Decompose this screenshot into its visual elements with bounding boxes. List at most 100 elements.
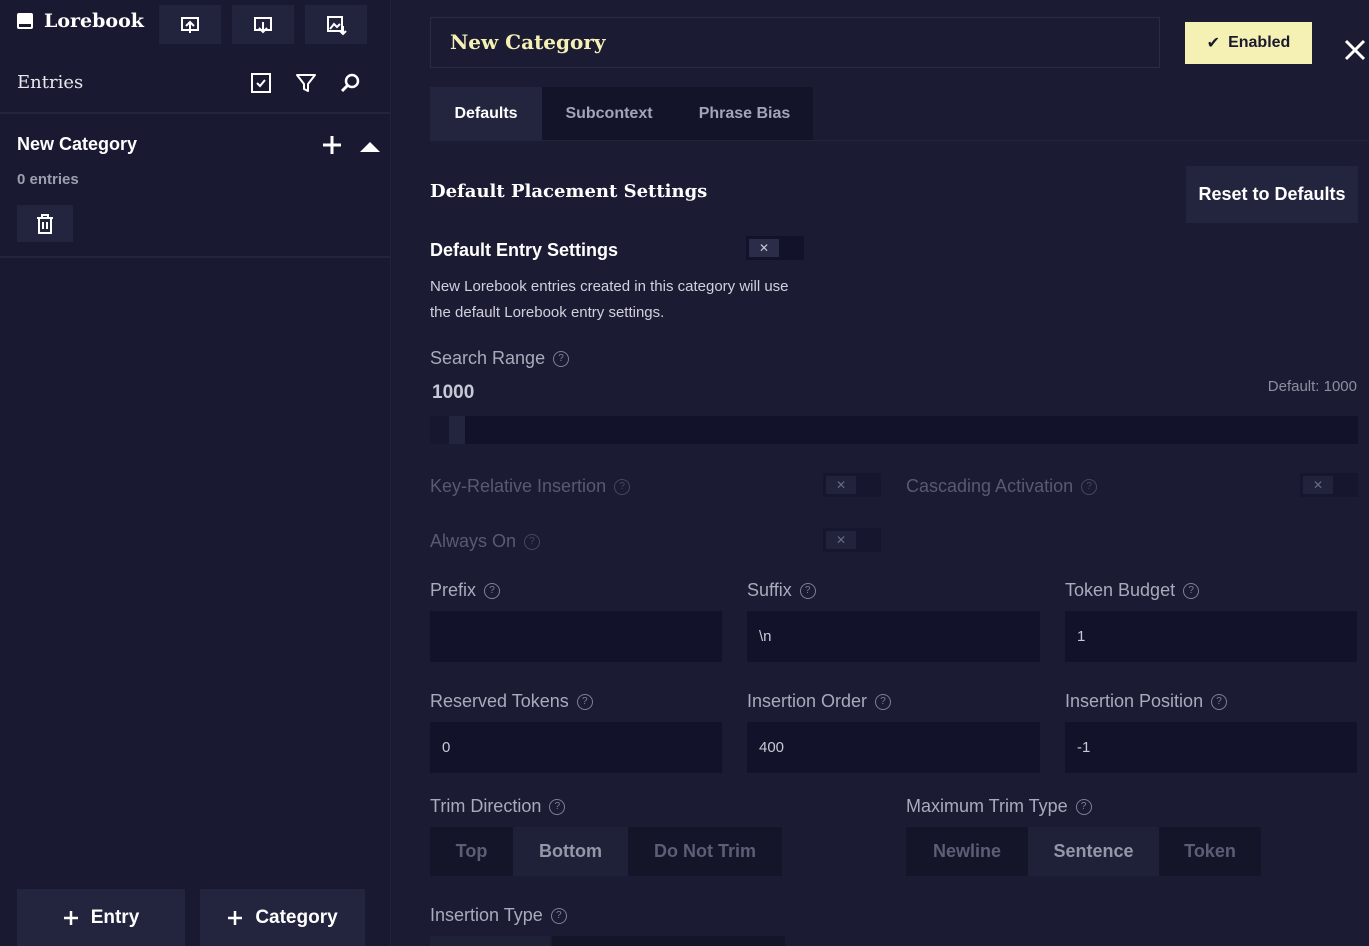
category-item[interactable]: New Category 0 entries xyxy=(0,116,391,258)
reserved-tokens-input[interactable]: 0 xyxy=(430,722,722,773)
cascading-activation-toggle[interactable]: ✕ xyxy=(1300,473,1358,497)
check-icon: ✔ xyxy=(1206,35,1221,52)
key-relative-toggle[interactable]: ✕ xyxy=(823,473,881,497)
toggle-off-icon: ✕ xyxy=(826,476,856,494)
import-icon xyxy=(181,16,199,33)
trim-type-newline[interactable]: Newline xyxy=(906,827,1028,876)
token-budget-label-text: Token Budget xyxy=(1065,580,1176,600)
help-icon[interactable]: ? xyxy=(1081,478,1098,495)
export-button[interactable] xyxy=(232,5,294,44)
prefix-input[interactable] xyxy=(430,611,722,662)
search-range-value: 1000 xyxy=(432,382,475,403)
help-icon[interactable]: ? xyxy=(549,798,566,815)
add-category-button[interactable]: Category xyxy=(200,889,365,946)
add-category-label: Category xyxy=(255,906,338,928)
tab-subcontext[interactable]: Subcontext xyxy=(542,87,676,140)
sidebar: Lorebook Entries New Category 0 entries … xyxy=(0,0,391,946)
help-icon[interactable]: ? xyxy=(1211,693,1228,710)
entries-row: Entries xyxy=(0,56,391,114)
help-icon[interactable]: ? xyxy=(524,533,541,550)
export-icon xyxy=(254,16,272,33)
close-icon[interactable] xyxy=(1342,37,1368,63)
enabled-toggle-button[interactable]: ✔ Enabled xyxy=(1185,22,1312,64)
filter-icon[interactable] xyxy=(295,72,317,94)
search-range-slider[interactable] xyxy=(430,416,1358,444)
key-relative-label: Key-Relative Insertion ? xyxy=(430,476,631,497)
add-entry-button[interactable]: Entry xyxy=(17,889,185,946)
cascading-label-text: Cascading Activation xyxy=(906,476,1074,496)
help-icon[interactable]: ? xyxy=(614,478,631,495)
insertion-position-input[interactable]: -1 xyxy=(1065,722,1357,773)
prefix-label-text: Prefix xyxy=(430,580,477,600)
help-icon[interactable]: ? xyxy=(1183,582,1200,599)
trash-icon xyxy=(37,213,53,234)
search-range-label-text: Search Range xyxy=(430,348,546,368)
search-range-label: Search Range ? xyxy=(430,348,570,369)
plus-icon xyxy=(228,910,243,925)
collapse-icon[interactable] xyxy=(358,134,382,158)
insertion-type-label: Insertion Type ? xyxy=(430,905,567,926)
insertion-position-label: Insertion Position ? xyxy=(1065,691,1228,712)
reset-to-defaults-button[interactable]: Reset to Defaults xyxy=(1186,166,1358,223)
delete-category-button[interactable] xyxy=(17,205,73,242)
tab-divider xyxy=(430,140,1369,141)
always-on-label-text: Always On xyxy=(430,531,517,551)
import-button[interactable] xyxy=(159,5,221,44)
insertion-type-option[interactable] xyxy=(430,936,550,946)
help-icon[interactable]: ? xyxy=(1075,798,1092,815)
help-icon[interactable]: ? xyxy=(875,693,892,710)
default-entry-settings-toggle[interactable]: ✕ xyxy=(746,236,804,260)
help-icon[interactable]: ? xyxy=(550,907,567,924)
insertion-order-input[interactable]: 400 xyxy=(747,722,1040,773)
token-budget-input[interactable]: 1 xyxy=(1065,611,1357,662)
always-on-label: Always On ? xyxy=(430,531,541,552)
category-name-value: New Category xyxy=(450,30,606,54)
key-relative-label-text: Key-Relative Insertion xyxy=(430,476,607,496)
insertion-position-label-text: Insertion Position xyxy=(1065,691,1204,711)
max-trim-type-selector: Newline Sentence Token xyxy=(906,827,1261,876)
category-name: New Category xyxy=(17,134,138,154)
book-icon xyxy=(17,13,33,29)
slider-thumb[interactable] xyxy=(449,416,465,444)
insertion-type-label-text: Insertion Type xyxy=(430,905,543,925)
lorebook-title: Lorebook xyxy=(16,10,144,32)
default-entry-description: New Lorebook entries created in this cat… xyxy=(430,278,789,321)
plus-icon xyxy=(63,910,78,925)
search-icon[interactable] xyxy=(339,72,361,94)
image-import-button[interactable] xyxy=(305,5,367,44)
toggle-off-icon: ✕ xyxy=(826,531,856,549)
trim-direction-label-text: Trim Direction xyxy=(430,796,542,816)
trim-option-top[interactable]: Top xyxy=(430,827,513,876)
always-on-toggle[interactable]: ✕ xyxy=(823,528,881,552)
trim-type-token[interactable]: Token xyxy=(1159,827,1261,876)
add-entry-icon[interactable] xyxy=(320,133,344,157)
enabled-label: Enabled xyxy=(1228,34,1291,51)
insertion-type-option[interactable] xyxy=(552,936,785,946)
max-trim-type-label: Maximum Trim Type ? xyxy=(906,796,1092,817)
insertion-order-label: Insertion Order ? xyxy=(747,691,892,712)
trim-option-do-not-trim[interactable]: Do Not Trim xyxy=(628,827,782,876)
cascading-activation-label: Cascading Activation ? xyxy=(906,476,1098,497)
select-checkbox-icon[interactable] xyxy=(250,72,272,94)
reserved-tokens-label: Reserved Tokens ? xyxy=(430,691,593,712)
trim-type-sentence[interactable]: Sentence xyxy=(1028,827,1159,876)
tab-defaults[interactable]: Defaults xyxy=(430,87,542,140)
add-entry-label: Entry xyxy=(90,906,140,928)
trim-option-bottom[interactable]: Bottom xyxy=(513,827,628,876)
search-range-default: Default: 1000 xyxy=(1267,378,1357,395)
toggle-off-icon: ✕ xyxy=(749,239,779,257)
trim-direction-selector: Top Bottom Do Not Trim xyxy=(430,827,782,876)
category-name-input[interactable]: New Category xyxy=(430,17,1160,68)
section-title: Default Placement Settings xyxy=(430,181,708,202)
suffix-label: Suffix ? xyxy=(747,580,816,601)
help-icon[interactable]: ? xyxy=(799,582,816,599)
tab-phrase-bias[interactable]: Phrase Bias xyxy=(676,87,813,140)
help-icon[interactable]: ? xyxy=(484,582,501,599)
tab-bar: Defaults Subcontext Phrase Bias xyxy=(430,87,813,140)
suffix-input[interactable]: \n xyxy=(747,611,1040,662)
help-icon[interactable]: ? xyxy=(576,693,593,710)
max-trim-type-label-text: Maximum Trim Type xyxy=(906,796,1068,816)
slider-fill xyxy=(430,416,449,444)
main-panel: New Category ✔ Enabled Defaults Subconte… xyxy=(392,0,1369,946)
help-icon[interactable]: ? xyxy=(553,350,570,367)
